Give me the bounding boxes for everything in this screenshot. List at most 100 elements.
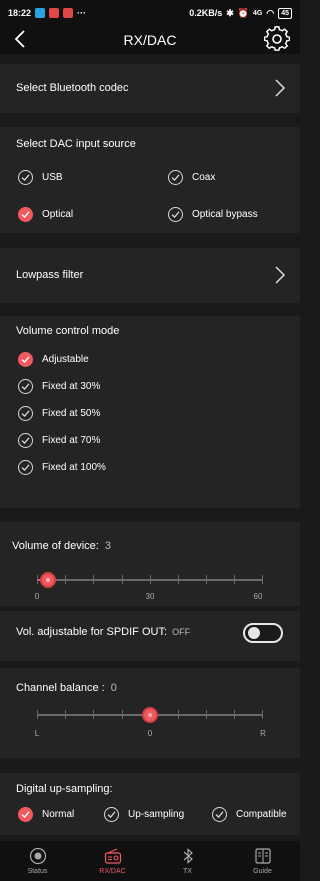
spdif-row: Vol. adjustable for SPDIF OUT: OFF xyxy=(0,611,300,661)
lowpass-filter-row[interactable]: Lowpass filter xyxy=(0,248,300,303)
slider-max-label: 60 xyxy=(253,592,263,601)
gear-icon[interactable] xyxy=(264,26,290,52)
radio-option[interactable]: Fixed at 50% xyxy=(18,406,100,421)
radio-option-label: Normal xyxy=(42,809,75,820)
notification-app-icon xyxy=(63,8,74,18)
slider-tick xyxy=(65,710,66,719)
spdif-state: OFF xyxy=(172,627,191,637)
slider-tick xyxy=(122,575,123,584)
radio-option[interactable]: Adjustable xyxy=(18,352,89,367)
radio-unchecked-icon[interactable] xyxy=(18,433,33,448)
radio-option[interactable]: Fixed at 30% xyxy=(18,379,100,394)
nav-status-label: Status xyxy=(27,868,48,875)
balance-center-label: 0 xyxy=(147,729,153,738)
volume-mode-section: Volume control mode Adjustable Fixed at 3… xyxy=(0,316,300,508)
channel-balance-value: 0 xyxy=(110,682,117,694)
slider-tick xyxy=(206,710,207,719)
nav-guide[interactable]: Guide xyxy=(225,841,300,881)
spdif-label: Vol. adjustable for SPDIF OUT: OFF xyxy=(16,626,190,638)
radio-unchecked-icon[interactable] xyxy=(168,170,183,185)
network-speed: 0.2KB/s xyxy=(189,8,223,18)
page-title: RX/DAC xyxy=(123,32,177,48)
nav-guide-label: Guide xyxy=(253,868,272,875)
radio-checked-icon[interactable] xyxy=(18,352,33,367)
radio-unchecked-icon[interactable] xyxy=(18,379,33,394)
alarm-icon: ⏰ xyxy=(237,7,249,18)
balance-right-label: R xyxy=(260,729,266,738)
nav-rx-dac-label: RX/DAC xyxy=(99,868,126,875)
channel-balance-section: Channel balance : 0 L 0 R xyxy=(0,668,300,758)
spdif-text: Vol. adjustable for SPDIF OUT: xyxy=(16,626,168,638)
radio-option[interactable]: Compatible xyxy=(212,807,287,822)
radio-option[interactable]: Fixed at 100% xyxy=(18,460,106,475)
spdif-toggle[interactable] xyxy=(243,623,283,643)
volume-device-label: Volume of device: 3 xyxy=(12,540,111,552)
status-icon xyxy=(29,847,46,865)
slider-tick xyxy=(150,575,151,584)
title-bar: RX/DAC xyxy=(0,26,300,54)
volume-device-section: Volume of device: 3 0 30 60 xyxy=(0,522,300,606)
radio-option[interactable]: Fixed at 70% xyxy=(18,433,100,448)
chevron-right-icon xyxy=(275,79,286,97)
radio-checked-icon[interactable] xyxy=(18,807,33,822)
radio-option[interactable]: Normal xyxy=(18,807,74,822)
radio-option-label: Compatible xyxy=(236,809,287,820)
radio-option-label: Fixed at 30% xyxy=(42,381,101,392)
radio-unchecked-icon[interactable] xyxy=(18,170,33,185)
radio-unchecked-icon[interactable] xyxy=(212,807,227,822)
slider-min-label: 0 xyxy=(34,592,40,601)
status-more-dots: ··· xyxy=(77,8,87,18)
radio-option[interactable]: Coax xyxy=(168,170,215,185)
status-time: 18:22 xyxy=(8,8,32,18)
slider-tick xyxy=(122,710,123,719)
lowpass-filter-label: Lowpass filter xyxy=(16,269,84,281)
radio-option[interactable]: USB xyxy=(18,170,63,185)
channel-balance-slider[interactable]: L 0 R xyxy=(35,705,266,738)
slider-tick xyxy=(262,575,263,584)
radio-checked-icon[interactable] xyxy=(18,207,33,222)
radio-option-label: Fixed at 50% xyxy=(42,408,101,419)
bluetooth-codec-label: Select Bluetooth codec xyxy=(16,82,129,94)
radio-option-label: Fixed at 70% xyxy=(42,435,101,446)
slider-tick xyxy=(37,710,38,719)
slider-tick xyxy=(178,710,179,719)
radio-option-label: Up-sampling xyxy=(128,809,185,820)
slider-tick xyxy=(93,710,94,719)
radio-unchecked-icon[interactable] xyxy=(18,460,33,475)
nav-rx-dac[interactable]: RX/DAC xyxy=(75,841,150,881)
wifi-icon: ◠ xyxy=(266,7,275,18)
slider-tick xyxy=(65,575,66,584)
radio-option-label: USB xyxy=(42,172,63,183)
volume-device-text: Volume of device: xyxy=(12,540,99,552)
slider-tick xyxy=(234,710,235,719)
dac-source-title: Select DAC input source xyxy=(16,138,136,150)
radio-icon xyxy=(104,848,121,864)
volume-device-slider[interactable]: 0 30 60 xyxy=(35,570,263,601)
nav-tx-label: TX xyxy=(183,868,192,875)
nav-tx[interactable]: TX xyxy=(150,841,225,881)
nav-status[interactable]: Status xyxy=(0,841,75,881)
slider-thumb[interactable] xyxy=(40,572,57,588)
radio-option[interactable]: Optical xyxy=(18,207,73,222)
slider-tick xyxy=(37,575,38,584)
slider-thumb[interactable] xyxy=(142,707,158,723)
back-arrow-icon[interactable] xyxy=(10,28,32,50)
dac-source-section: Select DAC input source USB Coax Optical Op… xyxy=(0,127,300,233)
slider-tick xyxy=(206,575,207,584)
radio-option-label: Coax xyxy=(192,172,216,183)
slider-mid-label: 30 xyxy=(145,592,155,601)
status-bar: 18:22 ··· 0.2KB/s ✱ ⏰ 4G ◠ 45 xyxy=(0,0,300,26)
radio-unchecked-icon[interactable] xyxy=(168,207,183,222)
radio-unchecked-icon[interactable] xyxy=(18,406,33,421)
radio-option[interactable]: Up-sampling xyxy=(104,807,184,822)
radio-option-label: Adjustable xyxy=(42,354,89,365)
chevron-right-icon xyxy=(275,266,286,284)
slider-tick xyxy=(178,575,179,584)
radio-option[interactable]: Optical bypass xyxy=(168,207,258,222)
bluetooth-codec-row[interactable]: Select Bluetooth codec xyxy=(0,64,300,113)
upsampling-section: Digital up-sampling: Normal Up-sampling Co… xyxy=(0,773,300,835)
slider-tick xyxy=(262,710,263,719)
radio-unchecked-icon[interactable] xyxy=(104,807,119,822)
slider-tick xyxy=(234,575,235,584)
radio-option-label: Optical bypass xyxy=(192,209,258,220)
